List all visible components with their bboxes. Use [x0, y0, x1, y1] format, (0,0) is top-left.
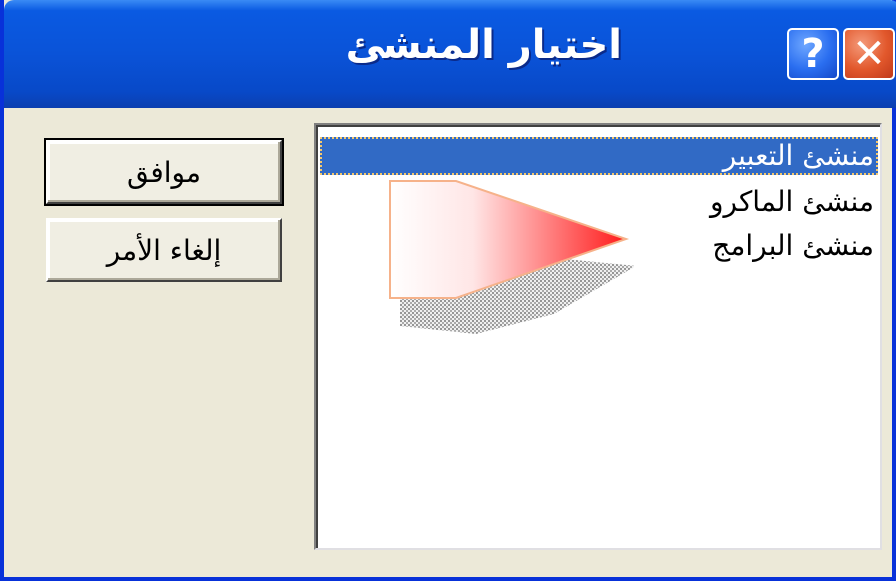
cancel-button[interactable]: إلغاء الأمر: [46, 218, 282, 282]
help-button[interactable]: ?: [787, 28, 839, 80]
list-item-macro-builder[interactable]: منشئ الماكرو: [710, 183, 874, 221]
builder-list[interactable]: منشئ التعبير منشئ الماكرو منشئ البرامج: [314, 123, 882, 550]
list-item-code-builder[interactable]: منشئ البرامج: [712, 227, 874, 265]
help-icon: ?: [801, 31, 825, 77]
builder-dialog: اختيار المنشئ ? ✕ موافق إلغاء الأمر منشئ…: [0, 0, 896, 581]
dialog-title: اختيار المنشئ: [345, 22, 622, 68]
ok-button[interactable]: موافق: [44, 138, 284, 206]
close-icon: ✕: [852, 31, 886, 77]
list-item-expression-builder[interactable]: منشئ التعبير: [320, 137, 878, 175]
title-bar[interactable]: اختيار المنشئ ? ✕: [4, 0, 896, 108]
close-button[interactable]: ✕: [843, 28, 895, 80]
